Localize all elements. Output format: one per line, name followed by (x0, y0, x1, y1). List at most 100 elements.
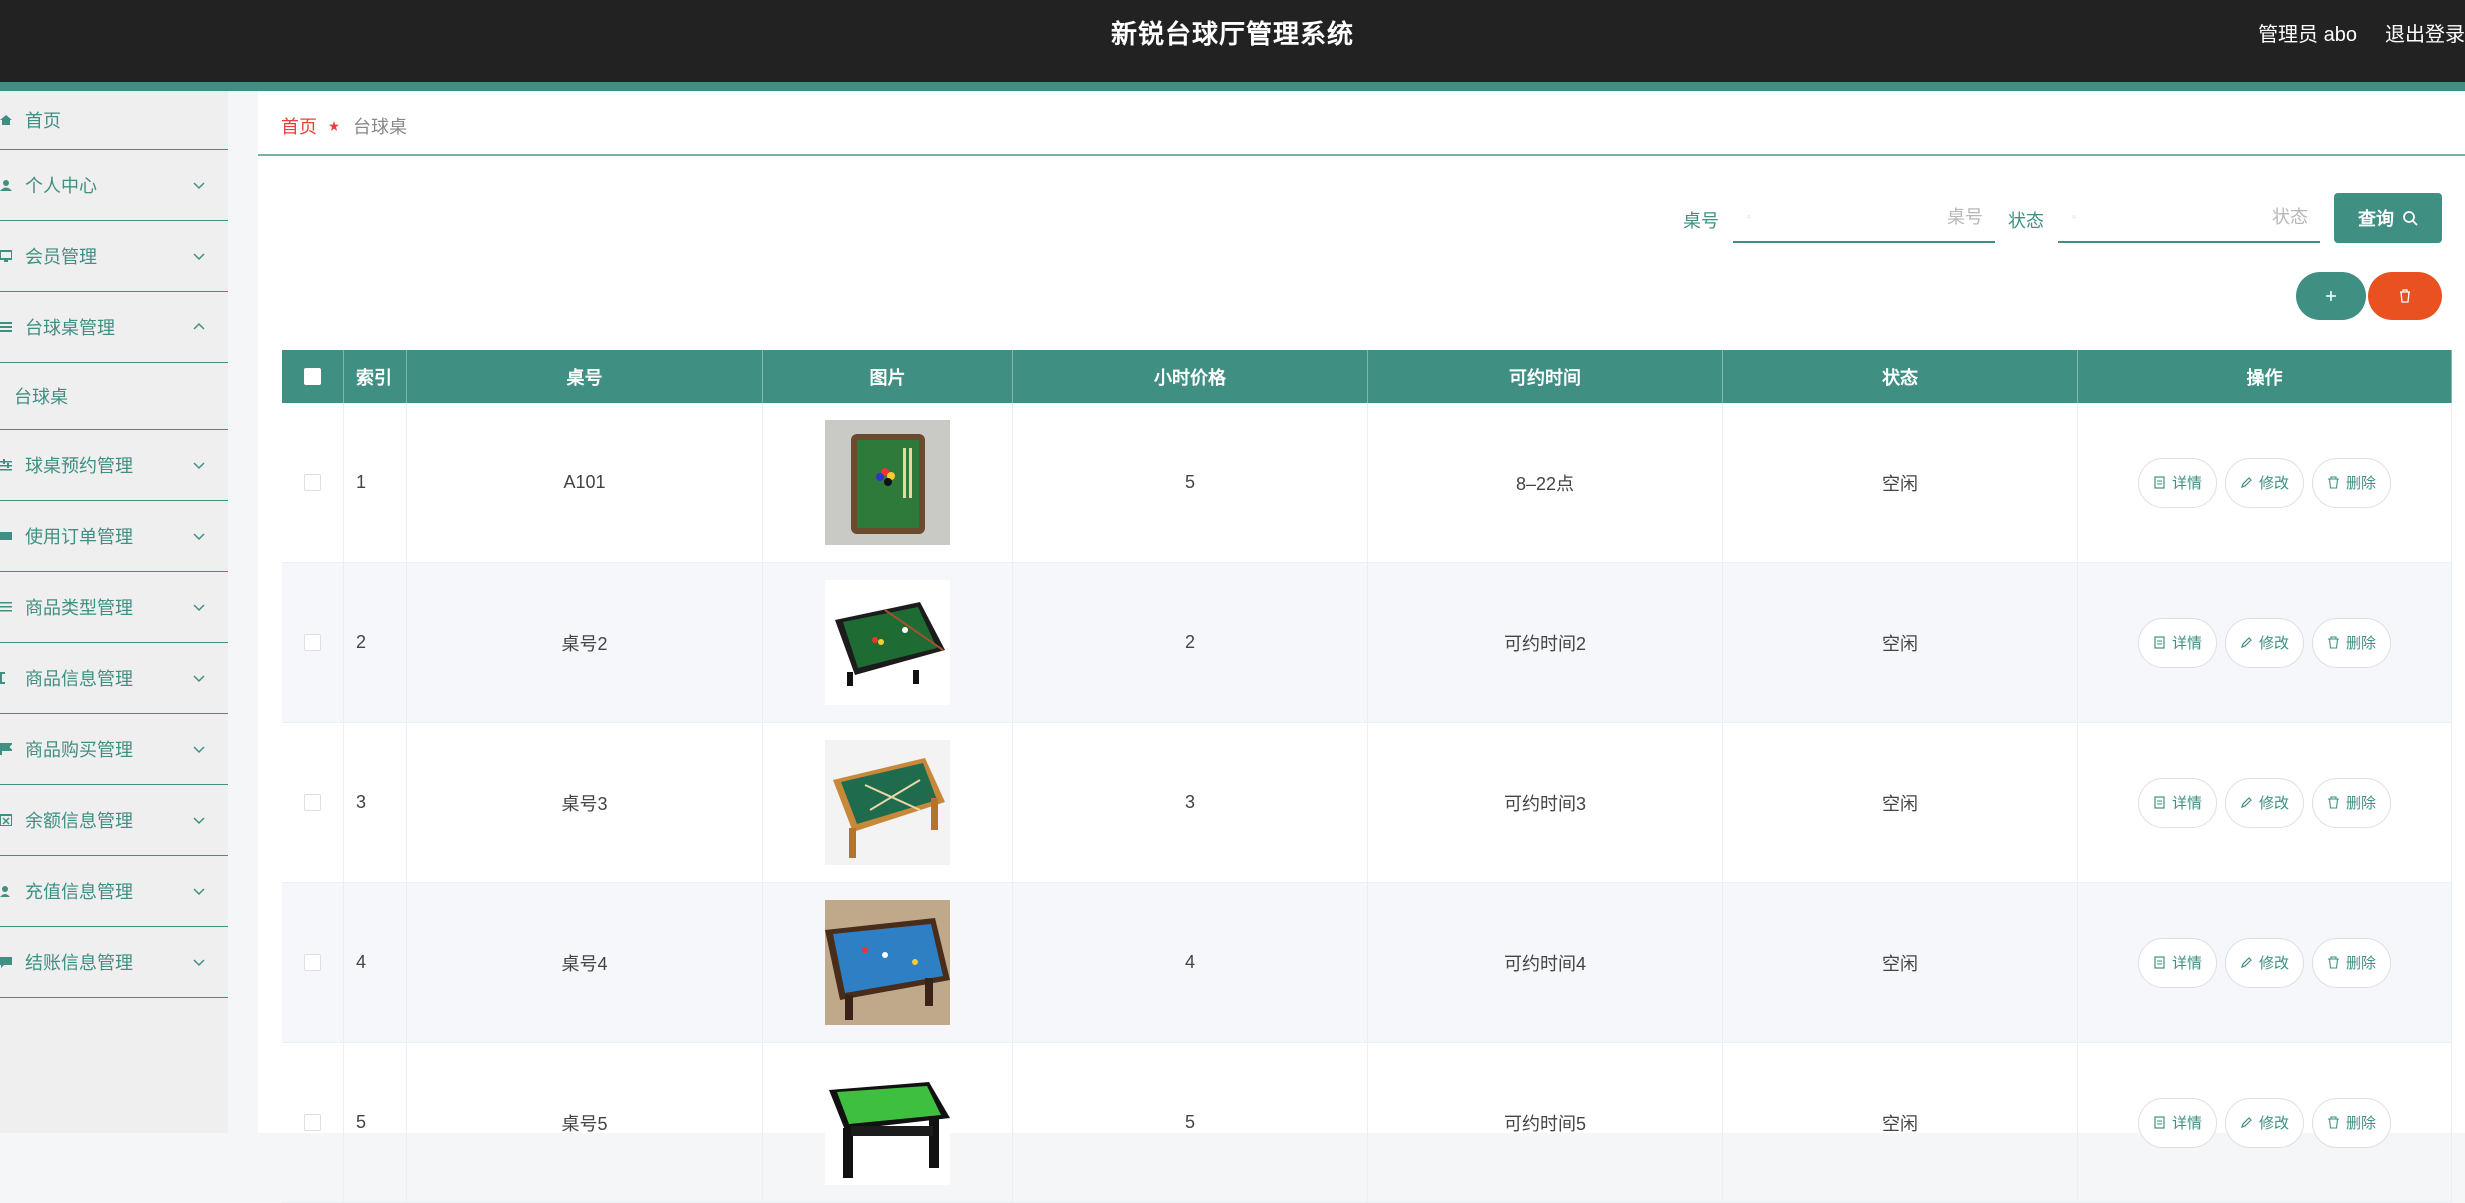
header-index: 索引 (344, 350, 407, 403)
sidebar-item-personal-center[interactable]: 个人中心 (0, 150, 228, 221)
chevron-down-icon (193, 675, 205, 683)
breadcrumb-home[interactable]: 首页 (281, 113, 317, 139)
trash-icon (2328, 1116, 2339, 1129)
detail-button[interactable]: 详情 (2137, 937, 2217, 988)
detail-label: 详情 (2171, 795, 2202, 812)
edit-button[interactable]: 修改 (2224, 937, 2304, 988)
table-header: 索引 桌号 图片 小时价格 可约时间 状态 操作 (282, 350, 2452, 403)
detail-label: 详情 (2171, 1115, 2202, 1132)
document-icon (2154, 1116, 2165, 1129)
batch-delete-button[interactable] (2368, 272, 2442, 320)
plus-icon (2326, 291, 2336, 301)
edit-icon (2241, 637, 2252, 648)
delete-button[interactable]: 删除 (2312, 457, 2392, 508)
delete-label: 删除 (2346, 795, 2377, 812)
delete-button[interactable]: 删除 (2312, 617, 2392, 668)
edit-label: 修改 (2258, 1115, 2289, 1132)
chevron-down-icon (193, 888, 205, 896)
row-image-cell (763, 883, 1013, 1042)
row-index: 4 (344, 883, 407, 1042)
sidebar-item-label: 会员管理 (25, 247, 97, 267)
sidebar-item-product-info[interactable]: 商品信息管理 (0, 643, 228, 714)
trash-icon (2328, 796, 2339, 809)
query-button[interactable]: 查询 (2334, 193, 2442, 243)
monitor-icon (0, 250, 12, 262)
document-icon (2154, 476, 2165, 489)
sidebar-item-label: 充值信息管理 (25, 882, 133, 902)
sidebar-item-member[interactable]: 会员管理 (0, 221, 228, 292)
user-icon (0, 180, 12, 191)
sidebar-item-reservation[interactable]: 球桌预约管理 (0, 430, 228, 501)
chevron-down-icon (193, 746, 205, 754)
sidebar-item-usage-orders[interactable]: 使用订单管理 (0, 501, 228, 572)
sidebar-item-product-purchase[interactable]: 商品购买管理 (0, 714, 228, 785)
row-status: 空闲 (1723, 1043, 2078, 1202)
header-table-no: 桌号 (407, 350, 763, 403)
tables-data-table: 索引 桌号 图片 小时价格 可约时间 状态 操作 1 A101 5 8–22点 … (282, 350, 2452, 1203)
row-checkbox[interactable] (304, 794, 321, 811)
edit-icon (2241, 797, 2252, 808)
menu-icon (0, 602, 12, 612)
row-checkbox-cell (282, 563, 344, 722)
select-all-checkbox[interactable] (304, 368, 321, 385)
sidebar-subitem-tables[interactable]: 台球桌 (0, 363, 228, 430)
document-icon (2154, 636, 2165, 649)
header-status: 状态 (1723, 350, 2078, 403)
header-available-time: 可约时间 (1368, 350, 1723, 403)
row-image-cell (763, 563, 1013, 722)
row-table-no: 桌号5 (407, 1043, 763, 1202)
table-row: 4 桌号4 4 可约时间4 空闲 详情 修改 删除 (282, 883, 2452, 1043)
user-key-icon (0, 886, 10, 897)
row-checkbox[interactable] (304, 1114, 321, 1131)
sliders-icon (0, 459, 12, 471)
row-checkbox[interactable] (304, 474, 321, 491)
table-no-search-input[interactable] (1751, 206, 1995, 228)
row-checkbox[interactable] (304, 954, 321, 971)
breadcrumb-current: 台球桌 (353, 117, 407, 137)
row-table-no: A101 (407, 403, 763, 562)
chevron-down-icon (193, 533, 205, 541)
trash-icon (2400, 289, 2410, 303)
status-search-input[interactable] (2076, 206, 2320, 228)
row-image-cell (763, 403, 1013, 562)
detail-button[interactable]: 详情 (2137, 1097, 2217, 1148)
row-index: 2 (344, 563, 407, 722)
chevron-down-icon (193, 817, 205, 825)
pool-table-image (825, 740, 950, 865)
detail-button[interactable]: 详情 (2137, 457, 2217, 508)
edit-button[interactable]: 修改 (2224, 617, 2304, 668)
sidebar-item-product-types[interactable]: 商品类型管理 (0, 572, 228, 643)
detail-label: 详情 (2171, 955, 2202, 972)
edit-button[interactable]: 修改 (2224, 1097, 2304, 1148)
chevron-down-icon (193, 253, 205, 261)
sidebar-item-table-management[interactable]: 台球桌管理 (0, 292, 228, 363)
edit-label: 修改 (2258, 795, 2289, 812)
row-image-cell (763, 723, 1013, 882)
document-icon (2154, 796, 2165, 809)
edit-button[interactable]: 修改 (2224, 777, 2304, 828)
detail-button[interactable]: 详情 (2137, 617, 2217, 668)
sidebar-item-recharge[interactable]: 充值信息管理 (0, 856, 228, 927)
delete-button[interactable]: 删除 (2312, 1097, 2392, 1148)
sidebar-item-label: 球桌预约管理 (25, 456, 133, 476)
delete-label: 删除 (2346, 475, 2377, 492)
header-hourly-price: 小时价格 (1013, 350, 1368, 403)
edit-button[interactable]: 修改 (2224, 457, 2304, 508)
delete-button[interactable]: 删除 (2312, 777, 2392, 828)
row-hourly-price: 2 (1013, 563, 1368, 722)
row-table-no: 桌号4 (407, 883, 763, 1042)
detail-button[interactable]: 详情 (2137, 777, 2217, 828)
row-actions: 详情 修改 删除 (2078, 1043, 2452, 1202)
sidebar-item-home[interactable]: 首页 (0, 91, 228, 150)
sidebar-item-checkout[interactable]: 结账信息管理 (0, 927, 228, 998)
pool-table-image (825, 900, 950, 1025)
delete-button[interactable]: 删除 (2312, 937, 2392, 988)
app-title: 新锐台球厅管理系统 (1110, 19, 1354, 49)
row-checkbox-cell (282, 723, 344, 882)
row-status: 空闲 (1723, 563, 2078, 722)
logout-link[interactable]: 退出登录 (2385, 18, 2465, 47)
sidebar-item-balance[interactable]: 余额信息管理 (0, 785, 228, 856)
row-checkbox[interactable] (304, 634, 321, 651)
add-button[interactable] (2296, 272, 2366, 320)
pool-table-image (825, 420, 950, 545)
